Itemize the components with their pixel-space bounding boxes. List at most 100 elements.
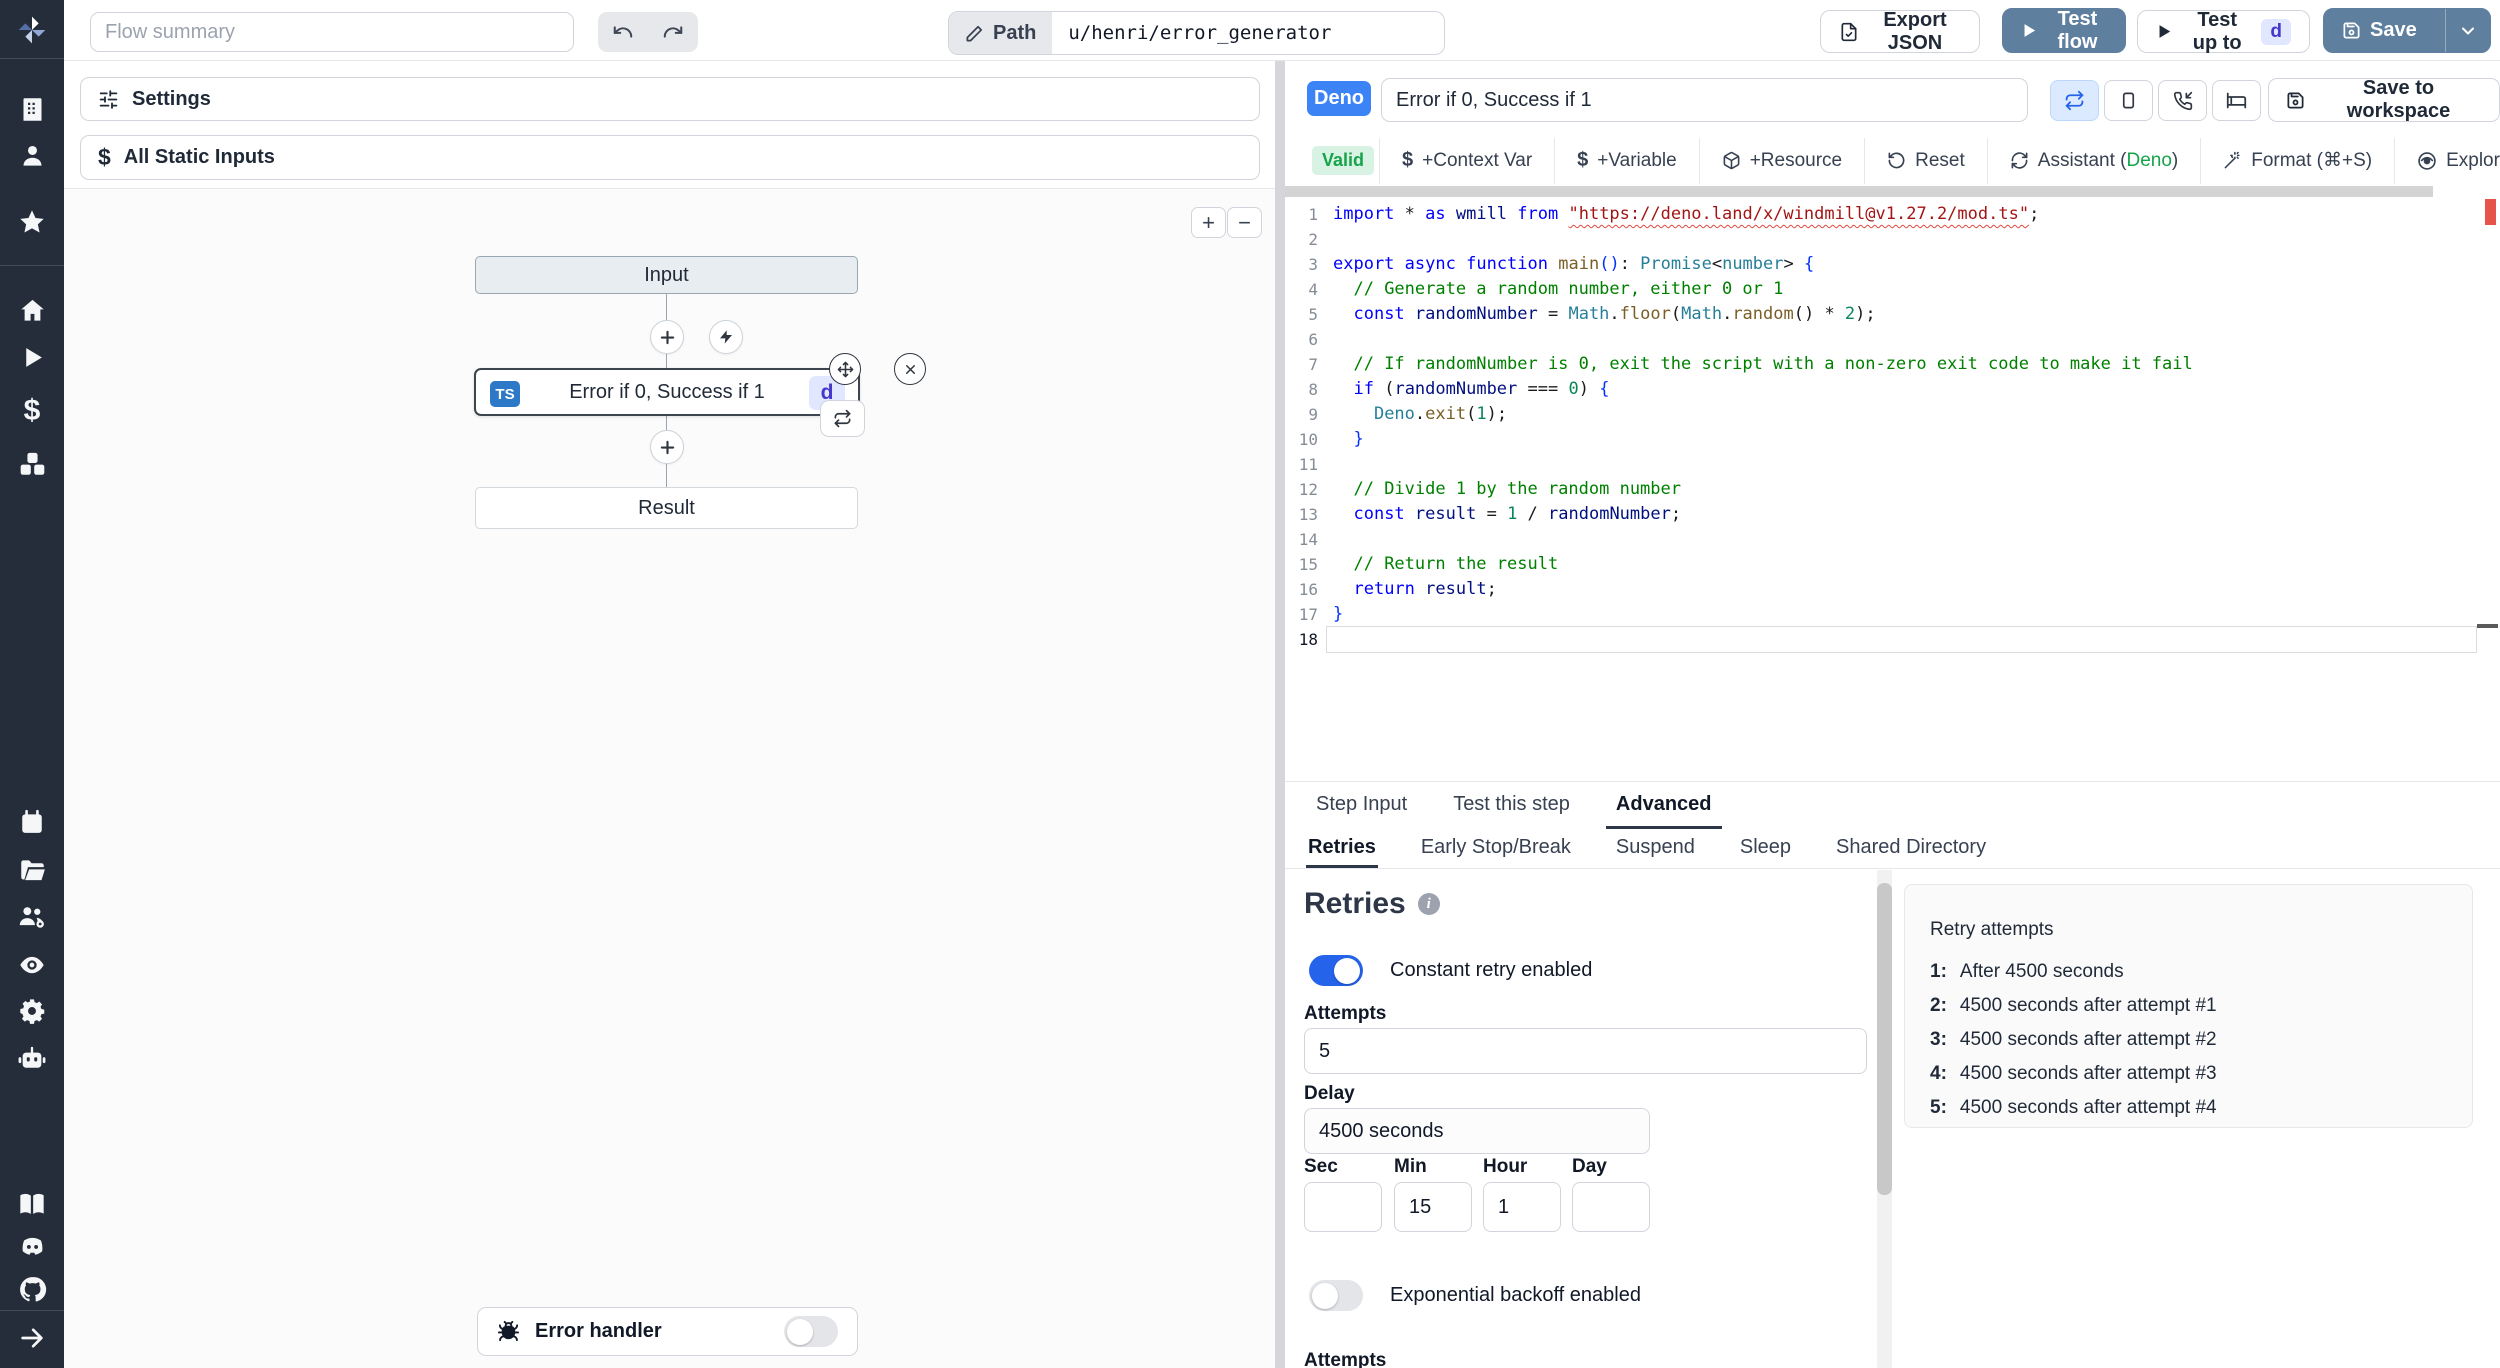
move-step-button[interactable] (829, 353, 861, 385)
arrow-right-icon[interactable] (0, 1324, 64, 1352)
gear-icon[interactable] (0, 997, 64, 1025)
add-variable-button[interactable]: $ +Variable (1555, 149, 1699, 172)
reset-button[interactable]: Reset (1865, 150, 1987, 172)
add-resource-button[interactable]: +Resource (1700, 150, 1864, 172)
code-line[interactable]: if (randomNumber === 0) { (1333, 377, 2476, 402)
subtab-early-stop[interactable]: Early Stop/Break (1419, 829, 1573, 868)
path-field[interactable]: Path u/henri/error_generator (948, 11, 1446, 55)
eye-icon[interactable] (0, 951, 64, 979)
users-gear-icon[interactable] (0, 903, 64, 931)
editor-code[interactable]: import * as wmill from "https://deno.lan… (1333, 202, 2476, 652)
code-line[interactable] (1333, 227, 2476, 252)
flow-summary-input[interactable] (90, 12, 574, 52)
folder-icon[interactable] (0, 857, 64, 884)
settings-row[interactable]: Settings (80, 77, 1260, 121)
add-step-button[interactable] (650, 430, 684, 464)
subtab-sleep[interactable]: Sleep (1738, 829, 1793, 868)
code-line[interactable]: } (1333, 602, 2476, 627)
zoom-out-button[interactable]: − (1227, 207, 1262, 238)
trigger-button[interactable] (709, 320, 743, 354)
editor-horizontal-scrollbar[interactable] (1285, 186, 2433, 197)
code-line[interactable]: export async function main(): Promise<nu… (1333, 252, 2476, 277)
delete-step-button[interactable] (894, 353, 926, 385)
retries-toolbox-button[interactable] (2050, 80, 2099, 121)
save-button[interactable]: Save (2323, 8, 2491, 53)
step-title-input[interactable] (1381, 78, 2028, 122)
subtab-shared-directory[interactable]: Shared Directory (1834, 829, 1988, 868)
export-json-button[interactable]: Export JSON (1820, 9, 1980, 54)
book-icon[interactable] (0, 1190, 64, 1218)
dollar-icon[interactable]: $ (0, 394, 64, 428)
save-label[interactable]: Save (2324, 9, 2435, 52)
sleep-toolbox-button[interactable] (2212, 80, 2261, 121)
retry-indicator-button[interactable] (820, 400, 865, 437)
save-to-workspace-button[interactable]: Save to workspace (2268, 77, 2500, 122)
user-icon[interactable] (0, 142, 64, 169)
windmill-logo[interactable] (0, 14, 64, 46)
day-input[interactable] (1572, 1182, 1650, 1232)
concurrency-toolbox-button[interactable] (2104, 80, 2153, 121)
min-input[interactable] (1394, 1182, 1472, 1232)
code-line[interactable] (1333, 452, 2476, 477)
code-line[interactable]: // Return the result (1333, 552, 2476, 577)
code-line[interactable]: // Divide 1 by the random number (1333, 477, 2476, 502)
code-line[interactable]: import * as wmill from "https://deno.lan… (1333, 202, 2476, 227)
input-node[interactable]: Input (475, 256, 858, 294)
step-node[interactable]: TS Error if 0, Success if 1 d (474, 353, 926, 437)
home-icon[interactable] (0, 297, 64, 324)
result-node[interactable]: Result (475, 487, 858, 529)
error-handler-node[interactable]: Error handler (477, 1307, 858, 1356)
code-line[interactable] (1333, 627, 2476, 652)
attempts-input[interactable] (1304, 1028, 1867, 1074)
exponential-backoff-label: Exponential backoff enabled (1390, 1284, 1641, 1306)
flow-graph-canvas[interactable]: + − Input TS Error if 0, Success if 1 d (64, 188, 1275, 1368)
subtab-suspend[interactable]: Suspend (1614, 829, 1697, 868)
code-line[interactable]: // If randomNumber is 0, exit the script… (1333, 352, 2476, 377)
code-line[interactable] (1333, 327, 2476, 352)
tab-advanced[interactable]: Advanced (1605, 782, 1722, 829)
language-badge[interactable]: Deno (1307, 81, 1371, 116)
code-line[interactable]: const result = 1 / randomNumber; (1333, 502, 2476, 527)
robot-icon[interactable] (0, 1045, 64, 1073)
error-handler-toggle[interactable] (784, 1316, 838, 1347)
zoom-in-button[interactable]: + (1191, 207, 1226, 238)
hour-input[interactable] (1483, 1182, 1561, 1232)
all-static-inputs-row[interactable]: $ All Static Inputs (80, 135, 1260, 180)
sec-input[interactable] (1304, 1182, 1382, 1232)
redo-button[interactable] (650, 14, 696, 50)
exponential-backoff-toggle[interactable] (1309, 1280, 1363, 1311)
calendar-icon[interactable] (0, 809, 64, 835)
suspend-toolbox-button[interactable] (2158, 80, 2207, 121)
path-value[interactable]: u/henri/error_generator (1052, 12, 1444, 54)
assistant-button[interactable]: Assistant (Deno) (1988, 150, 2200, 172)
undo-button[interactable] (600, 14, 646, 50)
tab-step-input[interactable]: Step Input (1306, 782, 1417, 829)
discord-icon[interactable] (0, 1233, 64, 1262)
code-line[interactable]: // Generate a random number, either 0 or… (1333, 277, 2476, 302)
code-line[interactable]: const randomNumber = Math.floor(Math.ran… (1333, 302, 2476, 327)
add-context-var-button[interactable]: $ +Context Var (1380, 149, 1554, 172)
constant-retry-toggle[interactable] (1309, 955, 1363, 986)
format-button[interactable]: Format (⌘+S) (2201, 149, 2394, 172)
save-dropdown-button[interactable] (2444, 9, 2490, 52)
test-flow-button[interactable]: Test flow (2002, 8, 2126, 53)
code-editor[interactable]: 1 2 3 4 5 6 7 8 9 10 11 12 13 14 15 16 17 18 import * as … (1285, 197, 2500, 781)
retries-scrollbar-thumb[interactable] (1877, 883, 1892, 1195)
delay-input[interactable] (1304, 1108, 1650, 1154)
info-icon[interactable]: i (1417, 893, 1440, 915)
star-icon[interactable] (0, 208, 64, 236)
code-line[interactable] (1333, 527, 2476, 552)
tab-test-this-step[interactable]: Test this step (1443, 782, 1580, 829)
boxes-icon[interactable] (0, 450, 64, 477)
add-step-button[interactable] (650, 320, 684, 354)
code-line[interactable]: } (1333, 427, 2476, 452)
panel-resize-handle[interactable] (1275, 60, 1285, 1368)
code-line[interactable]: Deno.exit(1); (1333, 402, 2476, 427)
building-icon[interactable] (0, 96, 64, 123)
test-up-to-button[interactable]: Test up to d (2137, 9, 2310, 54)
explore-scripts-button[interactable]: Explore other s (2395, 150, 2500, 172)
code-line[interactable]: return result; (1333, 577, 2476, 602)
github-icon[interactable] (0, 1275, 64, 1304)
play-icon[interactable] (0, 345, 64, 370)
subtab-retries[interactable]: Retries (1306, 829, 1378, 868)
